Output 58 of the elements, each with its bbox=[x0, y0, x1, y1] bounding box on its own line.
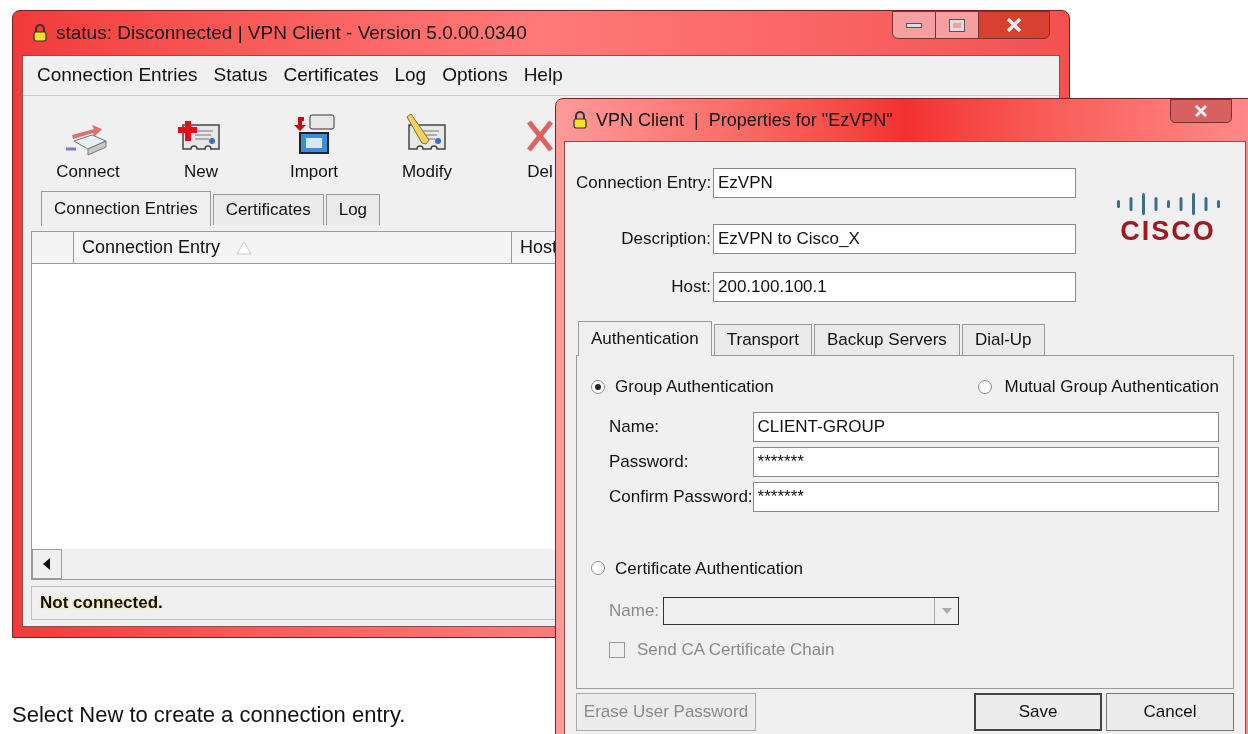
radio-option[interactable]: Certificate Authentication bbox=[591, 555, 804, 581]
tab[interactable]: Dial-Up bbox=[961, 324, 1045, 355]
menu-item[interactable]: Log bbox=[394, 61, 427, 90]
dialog-button[interactable]: Cancel bbox=[1106, 693, 1234, 731]
toolbar-button[interactable]: Del bbox=[505, 112, 575, 184]
close-icon bbox=[1194, 105, 1208, 117]
tab[interactable]: Backup Servers bbox=[813, 324, 960, 355]
field-label: Connection Entry: bbox=[576, 172, 713, 195]
input-field[interactable]: 200.100.100.1 bbox=[713, 272, 1076, 302]
tab[interactable]: Transport bbox=[713, 324, 812, 355]
radio-option[interactable]: Mutual Group Authentication bbox=[978, 374, 1219, 400]
sort-arrow-icon bbox=[236, 240, 253, 255]
toolbar-button[interactable]: Connect bbox=[53, 112, 123, 184]
caption: Select New to create a connection entry. bbox=[12, 704, 406, 726]
radio-option[interactable]: Group Authentication bbox=[591, 374, 774, 400]
toolbar-button[interactable]: Import bbox=[279, 112, 349, 184]
radio-button[interactable] bbox=[591, 379, 605, 394]
menu-item[interactable]: Options bbox=[442, 61, 508, 90]
column-header[interactable]: Connection Entry bbox=[74, 232, 512, 263]
window-title: status: Disconnected | VPN Client - Version 5.0.00.0340 bbox=[56, 20, 527, 45]
maximize-button[interactable] bbox=[936, 11, 978, 39]
radio-button[interactable] bbox=[591, 561, 605, 576]
padlock-icon bbox=[572, 111, 588, 129]
field-label: Name: bbox=[609, 415, 661, 438]
dropdown-arrow-icon bbox=[941, 608, 952, 614]
close-button[interactable] bbox=[1170, 99, 1232, 123]
input-field[interactable]: EzVPN bbox=[713, 168, 1076, 198]
field-label: Confirm Password: bbox=[609, 485, 753, 508]
menu-item[interactable]: Certificates bbox=[283, 61, 379, 90]
input-field[interactable]: EzVPN to Cisco_X bbox=[713, 224, 1076, 254]
toolbar-button[interactable]: Modify bbox=[392, 112, 462, 184]
window-title: VPN Client | Properties for "EzVPN" bbox=[596, 108, 893, 132]
left-arrow-icon bbox=[43, 558, 51, 570]
menu-item[interactable]: Help bbox=[523, 61, 563, 90]
tab[interactable]: Certificates bbox=[212, 194, 324, 225]
input-field[interactable]: ******* bbox=[752, 481, 1219, 512]
input-field[interactable]: ******* bbox=[752, 446, 1219, 477]
dialog-button[interactable]: Save bbox=[974, 693, 1102, 731]
menu-item[interactable]: Connection Entries bbox=[37, 61, 198, 90]
field-label: Description: bbox=[620, 228, 712, 251]
menu-item[interactable]: Status bbox=[213, 61, 268, 90]
close-button[interactable] bbox=[978, 11, 1050, 39]
field-label: Password: bbox=[609, 450, 690, 473]
tab[interactable]: Connection Entries bbox=[41, 191, 211, 226]
padlock-icon bbox=[32, 24, 48, 42]
field-label: Host: bbox=[670, 276, 712, 299]
input-field[interactable]: CLIENT-GROUP bbox=[752, 411, 1219, 442]
cross-icon bbox=[526, 118, 554, 153]
tab[interactable]: Log bbox=[325, 194, 381, 225]
field-label: Name: bbox=[609, 600, 660, 623]
close-icon bbox=[1006, 18, 1022, 32]
scroll-left-button[interactable] bbox=[32, 549, 62, 579]
toolbar-button[interactable]: New bbox=[166, 112, 236, 184]
tab[interactable]: Authentication bbox=[578, 321, 712, 356]
minimize-button[interactable] bbox=[892, 11, 936, 39]
status-text: Not connected. bbox=[40, 592, 163, 615]
logo-text: CISCO bbox=[1120, 218, 1216, 245]
radio-button[interactable] bbox=[978, 379, 993, 394]
